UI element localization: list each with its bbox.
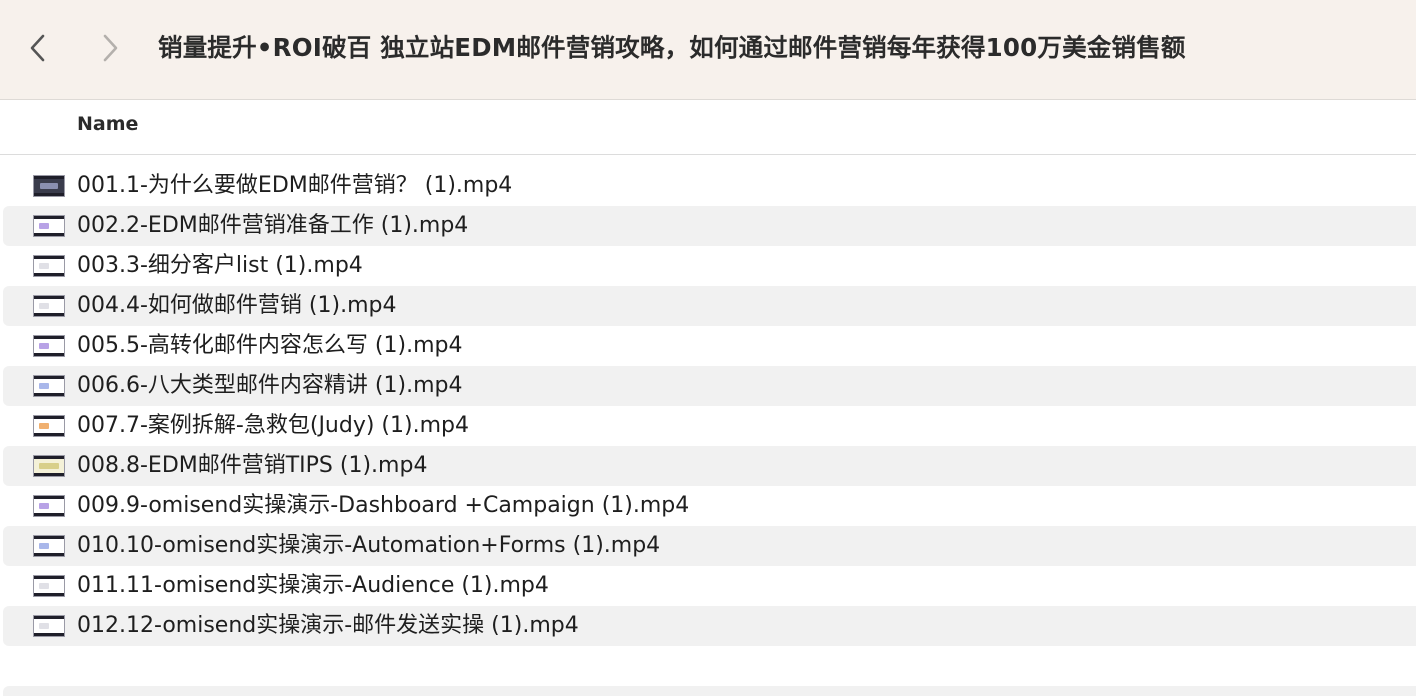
video-thumbnail-icon (33, 375, 65, 397)
file-row[interactable]: 007.7-案例拆解-急救包(Judy) (1).mp4 (3, 406, 1416, 446)
file-name: 009.9-omisend实操演示-Dashboard +Campaign (1… (77, 493, 690, 518)
file-name: 003.3-细分客户list (1).mp4 (77, 253, 363, 278)
video-thumbnail-icon (33, 615, 65, 637)
file-row[interactable]: 012.12-omisend实操演示-邮件发送实操 (1).mp4 (3, 606, 1416, 646)
column-header: Name (0, 101, 1416, 155)
name-column-header[interactable]: Name (77, 113, 138, 135)
video-thumbnail-icon (33, 295, 65, 317)
file-name: 006.6-八大类型邮件内容精讲 (1).mp4 (77, 373, 463, 398)
file-row[interactable]: 004.4-如何做邮件营销 (1).mp4 (3, 286, 1416, 326)
file-row[interactable]: 010.10-omisend实操演示-Automation+Forms (1).… (3, 526, 1416, 566)
file-name: 007.7-案例拆解-急救包(Judy) (1).mp4 (77, 413, 469, 438)
video-thumbnail-icon (33, 335, 65, 357)
video-thumbnail-icon (33, 175, 65, 197)
file-name: 011.11-omisend实操演示-Audience (1).mp4 (77, 573, 549, 598)
file-row[interactable]: 009.9-omisend实操演示-Dashboard +Campaign (1… (3, 486, 1416, 526)
file-name: 010.10-omisend实操演示-Automation+Forms (1).… (77, 533, 661, 558)
file-row[interactable]: 008.8-EDM邮件营销TIPS (1).mp4 (3, 446, 1416, 486)
video-thumbnail-icon (33, 255, 65, 277)
video-thumbnail-icon (33, 535, 65, 557)
video-thumbnail-icon (33, 455, 65, 477)
file-row[interactable]: 002.2-EDM邮件营销准备工作 (1).mp4 (3, 206, 1416, 246)
forward-button[interactable] (92, 28, 128, 68)
file-row[interactable]: 006.6-八大类型邮件内容精讲 (1).mp4 (3, 366, 1416, 406)
file-row[interactable]: 005.5-高转化邮件内容怎么写 (1).mp4 (3, 326, 1416, 366)
file-name: 004.4-如何做邮件营销 (1).mp4 (77, 293, 397, 318)
chevron-right-icon (103, 34, 118, 62)
back-button[interactable] (20, 28, 56, 68)
file-row[interactable]: 011.11-omisend实操演示-Audience (1).mp4 (3, 566, 1416, 606)
file-name: 012.12-omisend实操演示-邮件发送实操 (1).mp4 (77, 613, 579, 638)
title-bar: 销量提升•ROI破百 独立站EDM邮件营销攻略，如何通过邮件营销每年获得100万… (0, 0, 1416, 100)
file-row[interactable]: 003.3-细分客户list (1).mp4 (3, 246, 1416, 286)
empty-row (3, 686, 1416, 696)
window-title: 销量提升•ROI破百 独立站EDM邮件营销攻略，如何通过邮件营销每年获得100万… (158, 33, 1186, 62)
video-thumbnail-icon (33, 215, 65, 237)
video-thumbnail-icon (33, 415, 65, 437)
file-name: 001.1-为什么要做EDM邮件营销？ (1).mp4 (77, 173, 513, 198)
file-list: 001.1-为什么要做EDM邮件营销？ (1).mp4 002.2-EDM邮件营… (0, 166, 1416, 646)
finder-window: 销量提升•ROI破百 独立站EDM邮件营销攻略，如何通过邮件营销每年获得100万… (0, 0, 1416, 696)
video-thumbnail-icon (33, 495, 65, 517)
file-name: 002.2-EDM邮件营销准备工作 (1).mp4 (77, 213, 469, 238)
video-thumbnail-icon (33, 575, 65, 597)
file-name: 005.5-高转化邮件内容怎么写 (1).mp4 (77, 333, 463, 358)
file-row[interactable]: 001.1-为什么要做EDM邮件营销？ (1).mp4 (3, 166, 1416, 206)
chevron-left-icon (30, 34, 45, 62)
file-name: 008.8-EDM邮件营销TIPS (1).mp4 (77, 453, 428, 478)
